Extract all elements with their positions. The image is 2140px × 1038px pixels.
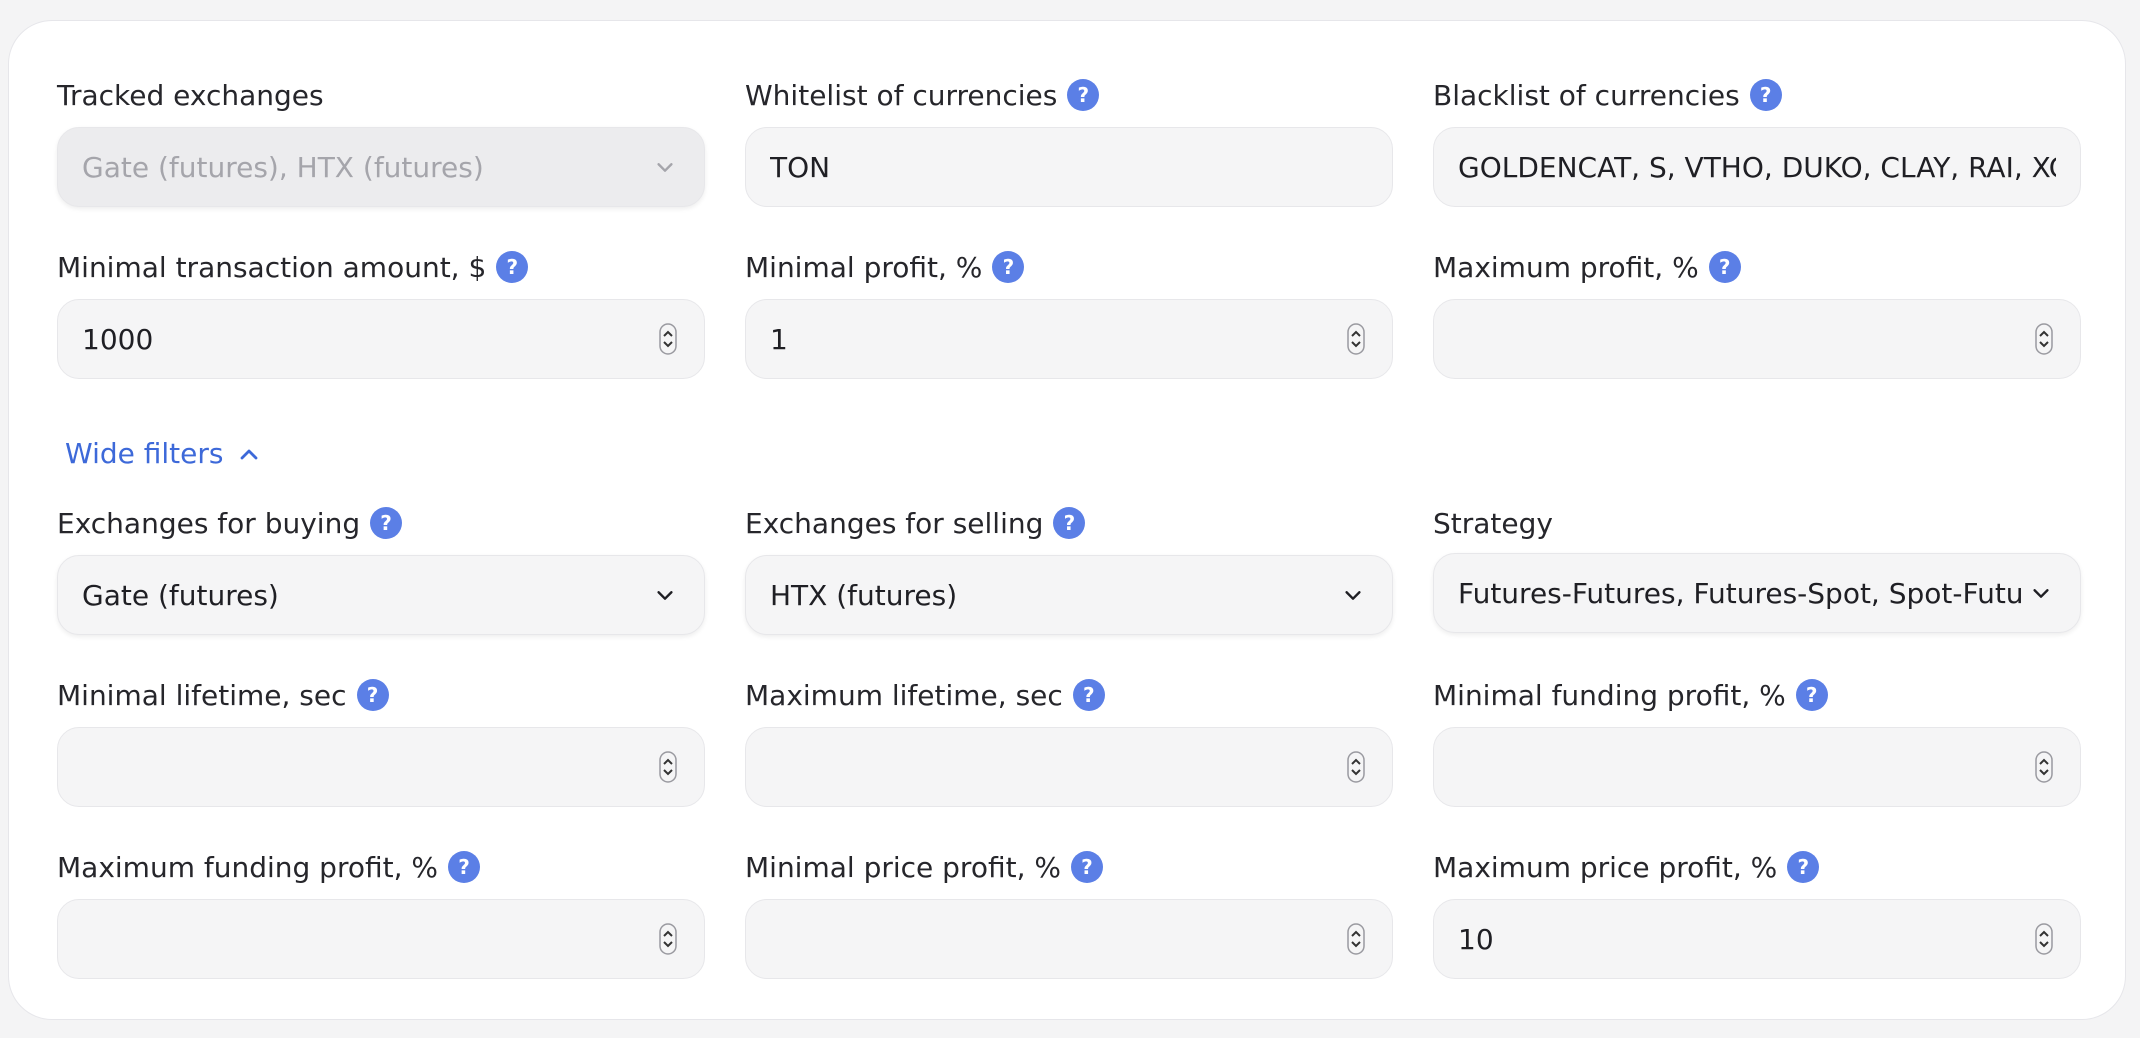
max-price-profit-input[interactable]: 10	[1433, 899, 2081, 979]
help-icon[interactable]: ?	[1787, 851, 1820, 883]
exchanges-buying-select[interactable]: Gate (futures)	[57, 555, 705, 635]
min-profit-value: 1	[770, 322, 788, 356]
help-icon[interactable]: ?	[370, 507, 403, 539]
min-profit-input[interactable]: 1	[745, 299, 1393, 379]
min-transaction-field: Minimal transaction amount, $? 1000	[57, 247, 705, 379]
chevron-down-icon	[1338, 580, 1368, 610]
tracked-exchanges-label: Tracked exchanges	[57, 78, 324, 112]
max-funding-profit-input[interactable]	[57, 899, 705, 979]
max-funding-profit-label: Maximum funding profit, %?	[57, 847, 705, 887]
strategy-value: Futures-Futures, Futures-Spot, Spot-Futu…	[1458, 576, 2026, 610]
stepper-icon[interactable]	[1344, 322, 1368, 356]
max-funding-profit-field: Maximum funding profit, %?	[57, 847, 705, 979]
wide-filters-toggle[interactable]: Wide filters	[65, 437, 261, 470]
help-icon[interactable]: ?	[1749, 79, 1782, 111]
max-lifetime-field: Maximum lifetime, sec?	[745, 675, 1393, 807]
help-icon[interactable]: ?	[356, 679, 389, 711]
max-lifetime-label: Maximum lifetime, sec?	[745, 675, 1393, 715]
min-transaction-label: Minimal transaction amount, $?	[57, 247, 705, 287]
exchanges-selling-field: Exchanges for selling? HTX (futures)	[745, 503, 1393, 635]
min-price-profit-field: Minimal price profit, %?	[745, 847, 1393, 979]
stepper-icon[interactable]	[1344, 922, 1368, 956]
tracked-exchanges-select[interactable]: Gate (futures), HTX (futures)	[57, 127, 705, 207]
min-price-profit-label: Minimal price profit, %?	[745, 847, 1393, 887]
help-icon[interactable]: ?	[1072, 679, 1105, 711]
max-price-profit-value: 10	[1458, 922, 1494, 956]
stepper-icon[interactable]	[656, 922, 680, 956]
strategy-field: Strategy Futures-Futures, Futures-Spot, …	[1433, 503, 2081, 633]
exchanges-buying-label: Exchanges for buying?	[57, 503, 705, 543]
stepper-icon[interactable]	[656, 322, 680, 356]
max-price-profit-field: Maximum price profit, %? 10	[1433, 847, 2081, 979]
chevron-down-icon	[2026, 578, 2056, 608]
min-funding-profit-input[interactable]	[1433, 727, 2081, 807]
strategy-label: Strategy	[1433, 506, 1553, 540]
blacklist-value: GOLDENCAT, S, VTHO, DUKO, CLAY, RAI, XCH	[1458, 150, 2056, 184]
min-transaction-input[interactable]: 1000	[57, 299, 705, 379]
stepper-icon[interactable]	[1344, 750, 1368, 784]
min-profit-label: Minimal profit, %?	[745, 247, 1393, 287]
max-price-profit-label: Maximum price profit, %?	[1433, 847, 2081, 887]
min-funding-profit-label: Minimal funding profit, %?	[1433, 675, 2081, 715]
stepper-icon[interactable]	[2032, 750, 2056, 784]
help-icon[interactable]: ?	[1708, 251, 1741, 283]
whitelist-field: Whitelist of currencies? TON	[745, 75, 1393, 207]
strategy-select[interactable]: Futures-Futures, Futures-Spot, Spot-Futu…	[1433, 553, 2081, 633]
chevron-down-icon	[650, 152, 680, 182]
chevron-down-icon	[650, 580, 680, 610]
max-profit-label: Maximum profit, %?	[1433, 247, 2081, 287]
whitelist-label: Whitelist of currencies?	[745, 75, 1393, 115]
help-icon[interactable]: ?	[448, 851, 481, 883]
max-profit-input[interactable]	[1433, 299, 2081, 379]
whitelist-input[interactable]: TON	[745, 127, 1393, 207]
exchanges-selling-select[interactable]: HTX (futures)	[745, 555, 1393, 635]
help-icon[interactable]: ?	[496, 251, 529, 283]
min-price-profit-input[interactable]	[745, 899, 1393, 979]
max-profit-field: Maximum profit, %?	[1433, 247, 2081, 379]
exchanges-selling-label: Exchanges for selling?	[745, 503, 1393, 543]
exchanges-buying-field: Exchanges for buying? Gate (futures)	[57, 503, 705, 635]
tracked-exchanges-value: Gate (futures), HTX (futures)	[82, 150, 484, 184]
stepper-icon[interactable]	[2032, 322, 2056, 356]
min-transaction-value: 1000	[82, 322, 154, 356]
chevron-up-icon	[241, 449, 258, 459]
blacklist-field: Blacklist of currencies? GOLDENCAT, S, V…	[1433, 75, 2081, 207]
help-icon[interactable]: ?	[1070, 851, 1103, 883]
help-icon[interactable]: ?	[992, 251, 1025, 283]
exchanges-buying-value: Gate (futures)	[82, 578, 279, 612]
min-funding-profit-field: Minimal funding profit, %?	[1433, 675, 2081, 807]
min-lifetime-field: Minimal lifetime, sec?	[57, 675, 705, 807]
stepper-icon[interactable]	[656, 750, 680, 784]
help-icon[interactable]: ?	[1053, 507, 1086, 539]
whitelist-value: TON	[770, 150, 831, 184]
wide-filters-label: Wide filters	[65, 437, 224, 470]
filters-card: Tracked exchanges Gate (futures), HTX (f…	[8, 20, 2126, 1020]
max-lifetime-input[interactable]	[745, 727, 1393, 807]
help-icon[interactable]: ?	[1795, 679, 1828, 711]
min-lifetime-input[interactable]	[57, 727, 705, 807]
blacklist-label: Blacklist of currencies?	[1433, 75, 2081, 115]
exchanges-selling-value: HTX (futures)	[770, 578, 958, 612]
stepper-icon[interactable]	[2032, 922, 2056, 956]
blacklist-input[interactable]: GOLDENCAT, S, VTHO, DUKO, CLAY, RAI, XCH	[1433, 127, 2081, 207]
tracked-exchanges-field: Tracked exchanges Gate (futures), HTX (f…	[57, 75, 705, 207]
help-icon[interactable]: ?	[1067, 79, 1100, 111]
min-lifetime-label: Minimal lifetime, sec?	[57, 675, 705, 715]
min-profit-field: Minimal profit, %? 1	[745, 247, 1393, 379]
